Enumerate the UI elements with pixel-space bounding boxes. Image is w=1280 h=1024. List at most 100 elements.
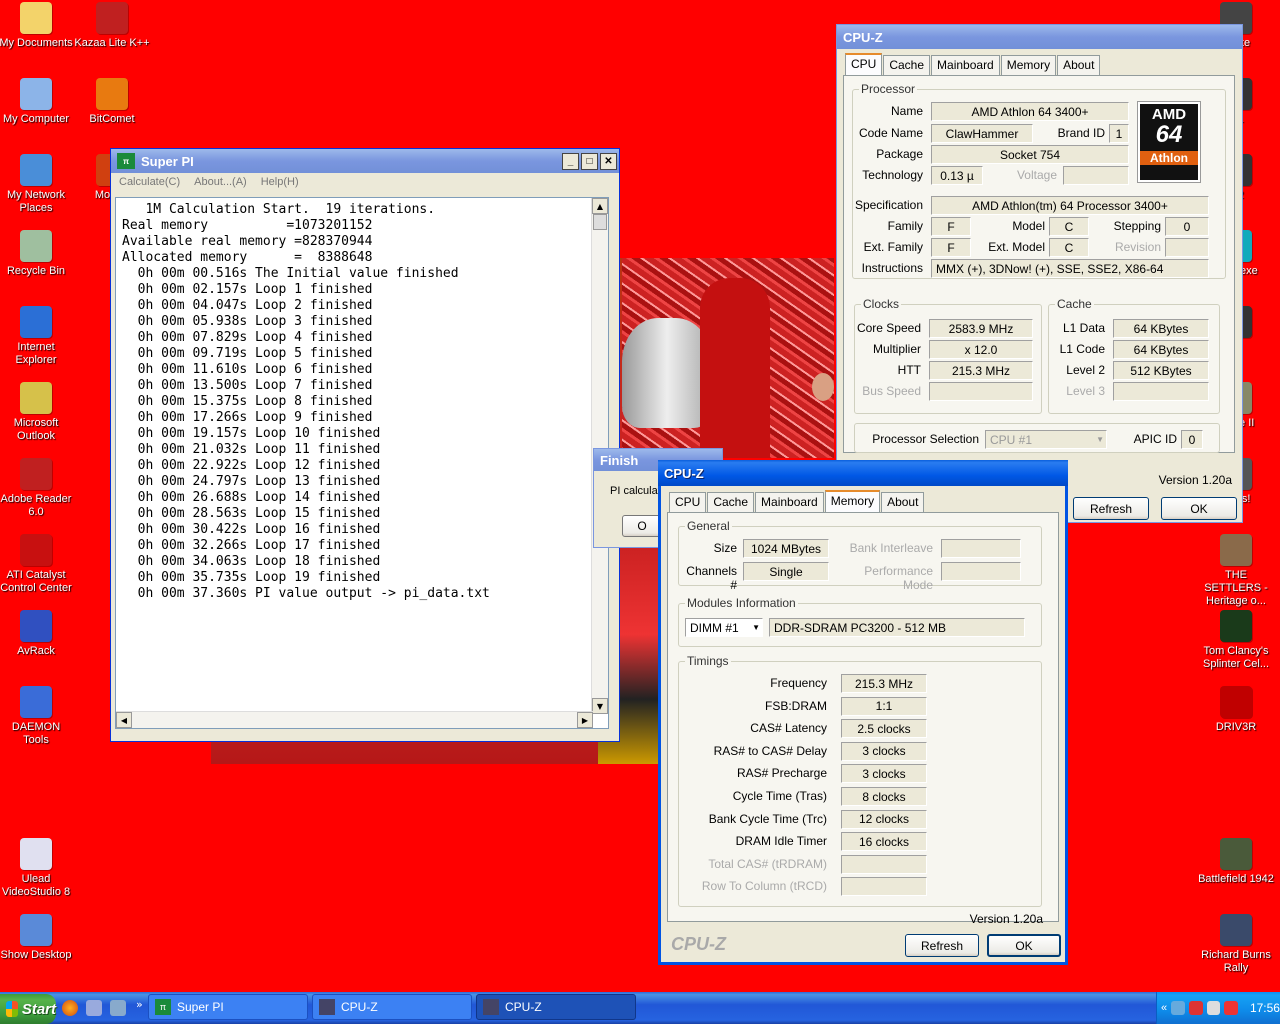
amd-athlon64-logo: AMD 64 Athlon [1137,101,1201,183]
desktop-icon-internet-explorer[interactable]: Internet Explorer [0,306,74,367]
desktop-icon-adobe-reader[interactable]: Adobe Reader 6.0 [0,458,74,519]
tray-network-icon[interactable] [1171,1001,1185,1015]
scroll-down-button[interactable]: ▼ [592,698,608,714]
scroll-right-button[interactable]: ▶ [577,712,593,728]
cpuz-cpu-titlebar[interactable]: CPU-Z [837,25,1242,49]
tab-cpu[interactable]: CPU [669,492,707,512]
brandid-value: 1 [1109,124,1129,143]
finish-ok-button[interactable]: O [622,515,662,537]
desktop-icon-computer[interactable]: My Computer [0,78,74,126]
task-cpuz-2[interactable]: CPU-Z [476,994,636,1020]
tab-memory[interactable]: Memory [1000,55,1057,75]
dimm-select[interactable]: DIMM #1 ▼ [685,618,763,637]
desktop-icon-label: Recycle Bin [6,265,66,277]
recycle-bin-icon [20,230,52,262]
timing-label: Bank Cycle Time (Trc) [708,811,827,826]
desktop-icon-outlook[interactable]: Microsoft Outlook [0,382,74,443]
menu-calculate[interactable]: Calculate(C) [119,176,180,188]
tab-mainboard[interactable]: Mainboard [755,492,824,512]
corespeed-value: 2583.9 MHz [929,319,1033,338]
cpuz-memory-titlebar[interactable]: CPU-Z [658,460,1068,486]
timing-label: Row To Column (tRCD) [701,879,827,894]
desktop-icon-rally[interactable]: Richard Burns Rally [1198,914,1274,975]
cpuz-front-refresh-button[interactable]: Refresh [905,934,979,957]
task-cpuz-1-label: CPU-Z [341,1000,378,1014]
tab-mainboard[interactable]: Mainboard [931,55,1000,75]
adobe-reader-icon [20,458,52,490]
chevron-down-icon: ▼ [1096,435,1104,444]
output-line: 1M Calculation Start. 19 iterations. [122,202,436,217]
cpuz-back-version: Version 1.20a [1158,473,1232,487]
tab-cache[interactable]: Cache [707,492,755,512]
tray-volume-icon[interactable] [1206,1001,1221,1015]
desktop-icon-network[interactable]: My Network Places [0,154,74,215]
battlefield-icon [1220,838,1252,870]
tray-av-icon[interactable] [1188,1001,1203,1015]
cpuz-task-icon [319,999,335,1015]
desktop-icon-bitcomet[interactable]: BitComet [74,78,150,126]
tab-cache[interactable]: Cache [883,55,931,75]
desktop-icon-settlers[interactable]: THE SETTLERS - Heritage o... [1198,534,1274,608]
timing-label: Cycle Time (Tras) [732,789,827,803]
menu-help[interactable]: Help(H) [261,176,299,188]
tray-app-icon[interactable] [1224,1001,1238,1015]
tray-expand-icon[interactable]: « [1161,1002,1167,1014]
task-cpuz-1[interactable]: CPU-Z [312,994,472,1020]
firefox-quicklaunch-icon[interactable] [62,1000,78,1016]
tab-about[interactable]: About [1057,55,1101,75]
desktop-icon-ulead[interactable]: Ulead VideoStudio 8 [0,838,74,899]
cpuz-front-ok-button[interactable]: OK [987,934,1061,957]
superpi-output-text: 1M Calculation Start. 19 iterations. Real… [116,198,608,606]
desktop-icon-splinter-cell[interactable]: Tom Clancy's Splinter Cel... [1198,610,1274,671]
scroll-thumb[interactable] [593,214,607,230]
tab-about[interactable]: About [881,492,925,512]
cpuz-back-ok-button[interactable]: OK [1161,497,1237,520]
superpi-window: π Super PI _ □ ✕ Calculate(C) About...(A… [110,148,620,742]
menu-about[interactable]: About...(A) [194,176,247,188]
tab-cpu[interactable]: CPU [845,53,883,75]
desktop-icon-driv3r[interactable]: DRIV3R [1198,686,1274,734]
desktop-icon-show-desktop[interactable]: Show Desktop [0,914,74,962]
name-value: AMD Athlon 64 3400+ [931,102,1129,121]
desktop-icon-folder[interactable]: My Documents [0,2,74,50]
scroll-left-button[interactable]: ◀ [116,712,132,728]
minimize-button[interactable]: _ [562,152,579,170]
output-line: 0h 00m 35.735s Loop 19 finished [122,570,381,585]
tab-memory[interactable]: Memory [824,490,881,512]
output-line: 0h 00m 37.360s PI value output -> pi_dat… [122,586,490,601]
superpi-output[interactable]: 1M Calculation Start. 19 iterations. Real… [115,197,609,729]
task-superpi[interactable]: π Super PI [148,994,308,1020]
voltage-label: Voltage [1016,168,1057,182]
cpuz-back-refresh-button[interactable]: Refresh [1073,497,1149,520]
timing-value: 215.3 MHz [841,674,927,693]
output-line: 0h 00m 02.157s Loop 1 finished [122,282,373,297]
start-button[interactable]: Start [0,994,56,1024]
scroll-up-button[interactable]: ▲ [592,198,608,214]
close-button[interactable]: ✕ [600,152,617,170]
family-label: Family [887,219,923,233]
internet-explorer-icon [20,306,52,338]
desktop-icon-avrack[interactable]: AvRack [0,610,74,658]
desktop-icon-label: Ulead VideoStudio 8 [1,873,71,898]
timing-value: 3 clocks [841,764,927,784]
level2-label: Level 2 [1066,363,1105,377]
procsel-select[interactable]: CPU #1 ▼ [985,430,1107,449]
tray-clock[interactable]: 17:56 [1250,1001,1280,1015]
horizontal-scrollbar[interactable]: ◀ ▶ [116,711,593,728]
desktop-icon-daemon-tools[interactable]: DAEMON Tools [0,686,74,747]
superpi-titlebar[interactable]: π Super PI _ □ ✕ [111,149,619,173]
desktop-icon-battlefield[interactable]: Battlefield 1942 [1198,838,1274,886]
busspeed-label: Bus Speed [862,384,921,398]
desktop-icon-kazaa[interactable]: Kazaa Lite K++ [74,2,150,50]
desktop-icon-ati[interactable]: ATI Catalyst Control Center [0,534,74,595]
busspeed-value [929,382,1033,401]
output-line: 0h 00m 04.047s Loop 2 finished [122,298,373,313]
face-shape [812,373,834,401]
quicklaunch-icon-3[interactable] [110,1000,126,1016]
quicklaunch-icon-2[interactable] [86,1000,102,1016]
quicklaunch-overflow-icon[interactable]: » [136,998,143,1011]
desktop-icon-label: Microsoft Outlook [13,417,59,442]
superpi-task-icon: π [155,999,171,1015]
maximize-button[interactable]: □ [581,152,598,170]
desktop-icon-recycle-bin[interactable]: Recycle Bin [0,230,74,278]
